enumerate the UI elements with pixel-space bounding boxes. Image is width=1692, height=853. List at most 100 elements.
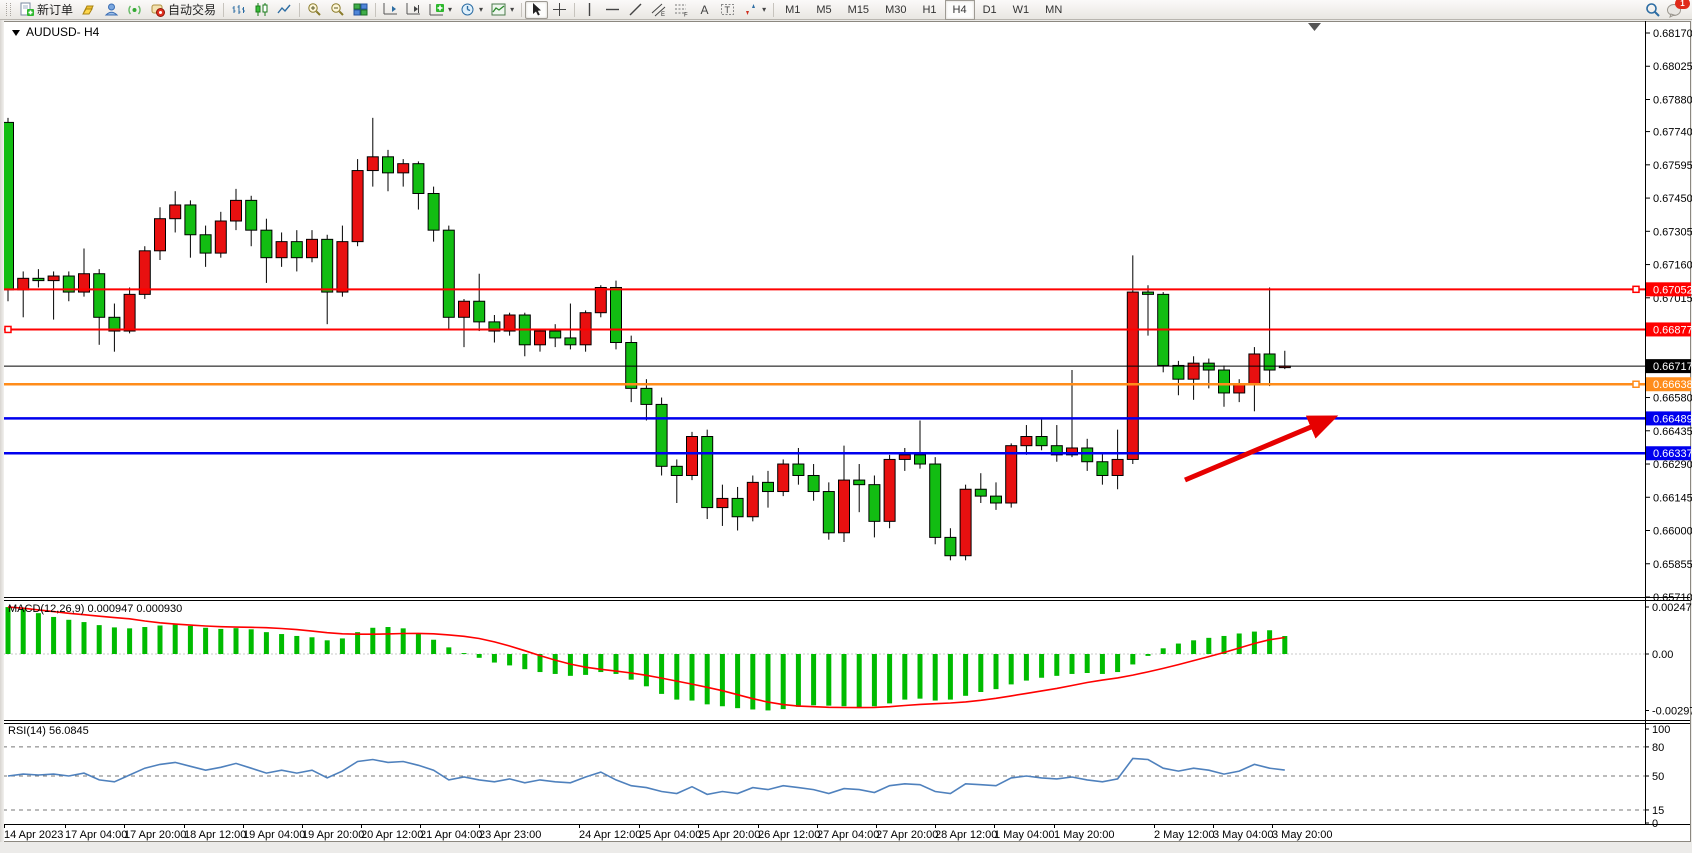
auto-trading-icon <box>150 2 165 17</box>
svg-text:23 Apr 23:00: 23 Apr 23:00 <box>479 829 541 841</box>
toolbar-separator <box>574 3 575 17</box>
arrow-objects-icon <box>743 2 758 17</box>
auto-trading-button[interactable]: 自动交易 <box>146 1 220 19</box>
trendline-tool-button[interactable] <box>624 1 647 19</box>
clock-icon <box>460 2 475 17</box>
template-icon <box>491 2 506 17</box>
svg-text:0.66580: 0.66580 <box>1653 393 1692 405</box>
svg-text:0.67450: 0.67450 <box>1653 193 1692 205</box>
tile-windows-icon <box>353 2 368 17</box>
channel-tool-button[interactable]: E <box>647 1 670 19</box>
search-icon[interactable] <box>1645 2 1660 17</box>
chart-shift-button[interactable] <box>402 1 425 19</box>
window-left-edge <box>0 20 4 842</box>
svg-text:0.67052: 0.67052 <box>1653 284 1692 296</box>
svg-text:1 May 04:00: 1 May 04:00 <box>994 829 1055 841</box>
bar-chart-button[interactable] <box>227 1 250 19</box>
new-order-icon <box>19 2 34 17</box>
svg-text:1 May 20:00: 1 May 20:00 <box>1054 829 1115 841</box>
svg-text:-0.002974: -0.002974 <box>1652 706 1692 718</box>
svg-text:18 Apr 12:00: 18 Apr 12:00 <box>184 829 246 841</box>
dropdown-caret-icon: ▾ <box>448 5 452 14</box>
cursor-icon <box>529 2 544 17</box>
chart-canvas[interactable]: 0.681700.680250.678800.677400.675950.674… <box>0 0 1692 853</box>
svg-text:0.66337: 0.66337 <box>1653 448 1692 460</box>
zoom-out-icon <box>330 2 345 17</box>
chart-shift-icon <box>406 2 421 17</box>
timeframe-button-mn[interactable]: MN <box>1037 0 1070 20</box>
svg-text:0.66000: 0.66000 <box>1653 526 1692 538</box>
timeframe-button-m5[interactable]: M5 <box>808 0 839 20</box>
svg-text:0.66145: 0.66145 <box>1653 492 1692 504</box>
horizontal-line-tool-button[interactable] <box>601 1 624 19</box>
horizontal-line-icon <box>605 2 620 17</box>
auto-trading-label: 自动交易 <box>168 1 216 18</box>
bar-chart-icon <box>231 2 246 17</box>
main-toolbar: 新订单 自动交易 <box>0 0 1692 20</box>
svg-text:0.67740: 0.67740 <box>1653 127 1692 139</box>
gold-button[interactable] <box>77 1 100 19</box>
chart-header: AUDUSD- H4 <box>12 25 100 39</box>
profile-icon <box>104 2 119 17</box>
text-icon: A <box>697 2 712 17</box>
svg-text:17 Apr 04:00: 17 Apr 04:00 <box>65 829 127 841</box>
auto-scroll-icon <box>383 2 398 17</box>
profile-button[interactable] <box>100 1 123 19</box>
svg-text:19 Apr 20:00: 19 Apr 20:00 <box>302 829 364 841</box>
line-chart-button[interactable] <box>273 1 296 19</box>
candlestick-chart-icon <box>254 2 269 17</box>
signal-button[interactable] <box>123 1 146 19</box>
arrows-tool-button[interactable]: ▾ <box>739 1 770 19</box>
svg-text:0.002474: 0.002474 <box>1652 602 1692 614</box>
svg-text:3 May 04:00: 3 May 04:00 <box>1213 829 1274 841</box>
timeframe-button-m15[interactable]: M15 <box>840 0 877 20</box>
gold-bar-icon <box>81 2 96 17</box>
macd-label: MACD(12,26,9) 0.000947 0.000930 <box>8 603 182 615</box>
cursor-tool-button[interactable] <box>525 1 548 19</box>
svg-text:E: E <box>661 12 665 17</box>
chart-title: AUDUSD- H4 <box>26 25 100 39</box>
dropdown-caret-icon: ▾ <box>479 5 483 14</box>
template-button[interactable]: ▾ <box>487 1 518 19</box>
timeframe-button-m1[interactable]: M1 <box>777 0 808 20</box>
new-order-button[interactable]: 新订单 <box>15 1 77 19</box>
zoom-out-button[interactable] <box>326 1 349 19</box>
zoom-in-button[interactable] <box>303 1 326 19</box>
toolbar-separator <box>521 3 522 17</box>
fibonacci-tool-button[interactable]: F <box>670 1 693 19</box>
timeframe-button-w1[interactable]: W1 <box>1005 0 1038 20</box>
trendline-icon <box>628 2 643 17</box>
vertical-line-tool-button[interactable] <box>578 1 601 19</box>
svg-text:0.00: 0.00 <box>1652 649 1673 661</box>
zoom-in-icon <box>307 2 322 17</box>
toolbar-grip[interactable] <box>6 3 11 16</box>
period-button[interactable]: ▾ <box>456 1 487 19</box>
crosshair-tool-button[interactable] <box>548 1 571 19</box>
notifications-icon[interactable]: 1 <box>1666 2 1684 17</box>
svg-text:20 Apr 12:00: 20 Apr 12:00 <box>361 829 423 841</box>
fibonacci-icon: F <box>674 2 689 17</box>
auto-scroll-button[interactable] <box>379 1 402 19</box>
svg-text:80: 80 <box>1652 742 1664 754</box>
add-indicator-button[interactable]: ▾ <box>425 1 456 19</box>
svg-text:100: 100 <box>1652 724 1670 736</box>
svg-text:0.68170: 0.68170 <box>1653 28 1692 40</box>
toolbar-separator <box>375 3 376 17</box>
toolbar-separator <box>773 3 774 17</box>
svg-text:0.67160: 0.67160 <box>1653 260 1692 272</box>
timeframe-button-h1[interactable]: H1 <box>914 0 944 20</box>
svg-text:27 Apr 20:00: 27 Apr 20:00 <box>876 829 938 841</box>
timeframe-button-h4[interactable]: H4 <box>945 0 975 20</box>
svg-text:24 Apr 12:00: 24 Apr 12:00 <box>579 829 641 841</box>
candlestick-chart-button[interactable] <box>250 1 273 19</box>
timeframe-button-m30[interactable]: M30 <box>877 0 914 20</box>
svg-text:17 Apr 20:00: 17 Apr 20:00 <box>124 829 186 841</box>
timeframe-button-d1[interactable]: D1 <box>975 0 1005 20</box>
svg-text:26 Apr 12:00: 26 Apr 12:00 <box>758 829 820 841</box>
tile-windows-button[interactable] <box>349 1 372 19</box>
text-tool-button[interactable]: A <box>693 1 716 19</box>
line-chart-icon <box>277 2 292 17</box>
svg-text:A: A <box>701 3 709 17</box>
window-bottom-strip <box>0 842 1692 853</box>
text-label-tool-button[interactable]: T <box>716 1 739 19</box>
